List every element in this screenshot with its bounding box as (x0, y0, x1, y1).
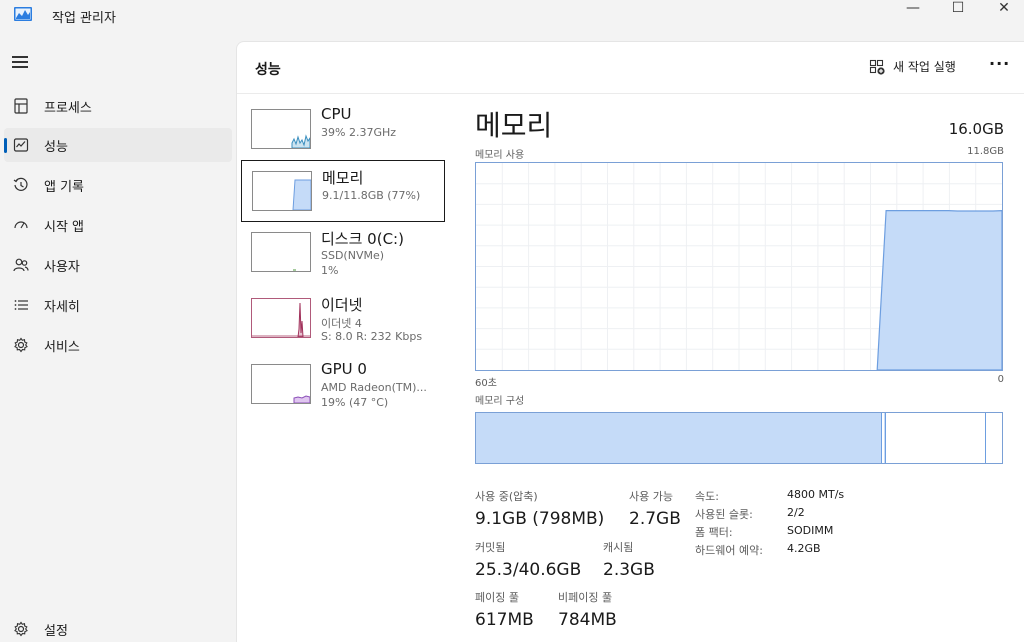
spec-value: 4.2GB (787, 542, 821, 555)
committed-label: 커밋됨 (475, 541, 506, 554)
maximize-button[interactable]: ☐ (935, 0, 981, 16)
device-sub: S: 8.0 R: 232 Kbps (321, 330, 423, 343)
ethernet-thumbnail (251, 298, 311, 338)
hamburger-menu-icon[interactable] (12, 56, 28, 68)
paged-pool-label: 페이징 풀 (475, 591, 519, 604)
gear-icon (12, 620, 30, 638)
nav-item-settings[interactable]: 설정 (4, 612, 232, 642)
device-sub: 39% 2.37GHz (321, 126, 397, 139)
main-panel: 성능 새 작업 실행 ··· CPU 39% 2.37GHz 메모리 9.1/1… (236, 41, 1024, 642)
cpu-thumbnail (251, 109, 311, 149)
paged-pool-value: 617MB (475, 610, 534, 630)
disk-thumbnail (251, 232, 311, 272)
committed-value: 25.3/40.6GB (475, 560, 582, 580)
device-name: 이더넷 (321, 296, 363, 314)
composition-label: 메모리 구성 (475, 396, 525, 407)
processes-icon (12, 97, 30, 115)
memory-usage-area (876, 209, 1003, 371)
device-name: CPU (321, 105, 352, 123)
device-ethernet[interactable]: 이더넷 이더넷 4 S: 8.0 R: 232 Kbps (241, 288, 445, 350)
sidebar: 프로세스 성능 앱 기록 시작 앱 사용자 자세히 서비스 설정 (0, 44, 236, 642)
device-name: 디스크 0(C:) (321, 230, 404, 248)
memory-usage-chart (476, 163, 1003, 371)
available-value: 2.7GB (629, 509, 681, 529)
more-options-button[interactable]: ··· (989, 54, 1010, 73)
nonpaged-pool-value: 784MB (558, 610, 617, 630)
device-gpu[interactable]: GPU 0 AMD Radeon(TM)... 19% (47 °C) (241, 354, 445, 416)
startup-apps-icon (12, 216, 30, 234)
nav-item-processes[interactable]: 프로세스 (4, 89, 232, 123)
nav-label: 프로세스 (44, 100, 92, 116)
memory-composition-bar (475, 412, 1003, 464)
device-name: GPU 0 (321, 360, 367, 378)
spec-value: SODIMM (787, 524, 834, 537)
task-manager-icon (14, 7, 32, 21)
device-name: 메모리 (322, 169, 364, 187)
spec-key: 속도: (695, 490, 719, 503)
composition-modified (884, 413, 886, 463)
composition-in-use (476, 413, 882, 463)
app-history-icon (12, 176, 30, 194)
nav-label: 앱 기록 (44, 179, 85, 195)
nav-label: 설정 (44, 623, 68, 639)
device-sub: 이더넷 4 (321, 317, 362, 330)
nav-item-app-history[interactable]: 앱 기록 (4, 168, 232, 202)
nav-item-services[interactable]: 서비스 (4, 328, 232, 362)
nav-label: 자세히 (44, 299, 80, 315)
in-use-value: 9.1GB (798MB) (475, 509, 605, 529)
divider (237, 93, 1024, 94)
run-new-task-label: 새 작업 실행 (893, 60, 956, 74)
memory-thumbnail (252, 171, 312, 211)
device-sub: AMD Radeon(TM)... (321, 381, 427, 394)
device-sub: 19% (47 °C) (321, 396, 389, 409)
spec-key: 폼 팩터: (695, 526, 733, 539)
nav-item-details[interactable]: 자세히 (4, 288, 232, 322)
available-label: 사용 가능 (629, 490, 673, 503)
spec-value: 4800 MT/s (787, 488, 845, 501)
gpu-thumbnail (251, 364, 311, 404)
performance-icon (12, 136, 30, 154)
nav-item-startup-apps[interactable]: 시작 앱 (4, 208, 232, 242)
spec-key: 사용된 슬롯: (695, 508, 753, 521)
device-sub: 1% (321, 264, 339, 277)
composition-standby (985, 413, 986, 463)
resource-title: 메모리 (475, 109, 553, 142)
usage-label: 메모리 사용 (475, 150, 525, 161)
nav-label: 성능 (44, 139, 68, 155)
page-title: 성능 (255, 62, 281, 78)
nav-item-performance[interactable]: 성능 (4, 128, 232, 162)
cached-label: 캐시됨 (603, 541, 634, 554)
new-task-icon (869, 59, 885, 75)
run-new-task-button[interactable]: 새 작업 실행 (869, 58, 956, 75)
device-memory[interactable]: 메모리 9.1/11.8GB (77%) (241, 160, 445, 222)
usage-max: 11.8GB (967, 146, 1004, 157)
device-disk[interactable]: 디스크 0(C:) SSD(NVMe) 1% (241, 222, 445, 284)
nav-label: 사용자 (44, 259, 80, 275)
title-bar: 작업 관리자 — ☐ ✕ (0, 0, 1024, 34)
users-icon (12, 256, 30, 274)
window-title: 작업 관리자 (52, 11, 116, 26)
details-icon (12, 296, 30, 314)
cached-value: 2.3GB (603, 560, 655, 580)
in-use-label: 사용 중(압축) (475, 490, 538, 503)
nav-label: 서비스 (44, 339, 80, 355)
memory-usage-graph (475, 162, 1003, 371)
device-sub: SSD(NVMe) (321, 249, 385, 262)
minimize-button[interactable]: — (890, 0, 936, 16)
spec-value: 2/2 (787, 506, 805, 519)
graph-axis-right: 0 (997, 374, 1004, 385)
total-memory: 16.0GB (948, 120, 1004, 138)
device-sub: 9.1/11.8GB (77%) (322, 189, 421, 202)
close-button[interactable]: ✕ (981, 0, 1024, 16)
nav-label: 시작 앱 (44, 219, 85, 235)
spec-key: 하드웨어 예약: (695, 544, 763, 557)
services-icon (12, 336, 30, 354)
nonpaged-pool-label: 비페이징 풀 (558, 591, 613, 604)
graph-axis-left: 60초 (475, 378, 497, 389)
device-cpu[interactable]: CPU 39% 2.37GHz (241, 99, 445, 161)
nav-item-users[interactable]: 사용자 (4, 248, 232, 282)
